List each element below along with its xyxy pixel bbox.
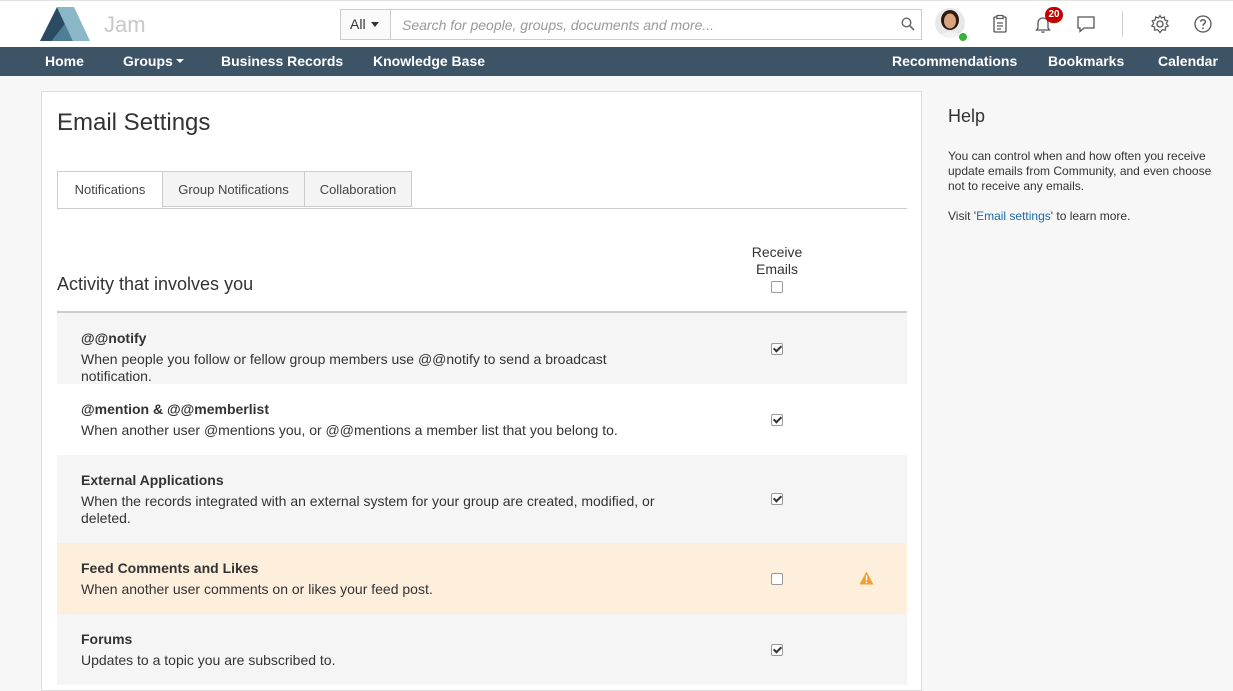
select-all-checkbox[interactable]	[771, 281, 783, 293]
search-icon[interactable]	[901, 17, 915, 31]
header-divider	[1122, 11, 1123, 37]
nav-home[interactable]: Home	[45, 47, 84, 76]
row-description: When the records integrated with an exte…	[81, 493, 655, 526]
receive-email-checkbox[interactable]	[771, 493, 783, 505]
help-visit-suffix: ' to learn more.	[1050, 209, 1131, 223]
gear-icon[interactable]	[1150, 14, 1170, 34]
help-visit-line: Visit 'Email settings' to learn more.	[948, 209, 1218, 224]
receive-email-checkbox[interactable]	[771, 414, 783, 426]
receive-emails-label: Receive Emails	[751, 244, 803, 277]
nav-bookmarks[interactable]: Bookmarks	[1048, 47, 1124, 76]
row-description: When another user @mentions you, or @@me…	[81, 422, 618, 438]
row-description: When another user comments on or likes y…	[81, 581, 433, 597]
email-settings-link[interactable]: Email settings	[976, 209, 1051, 223]
nav-business-records[interactable]: Business Records	[221, 47, 343, 76]
notification-row: Feed Comments and Likes When another use…	[57, 543, 907, 614]
notification-row: @@notify When people you follow or fello…	[57, 313, 907, 384]
section-title: Activity that involves you	[57, 274, 254, 294]
receive-email-checkbox[interactable]	[771, 343, 783, 355]
notification-row: Forums Updates to a topic you are subscr…	[57, 614, 907, 685]
nav-calendar[interactable]: Calendar	[1158, 47, 1218, 76]
row-title: Forums	[81, 631, 133, 647]
nav-knowledge-base[interactable]: Knowledge Base	[373, 47, 485, 76]
online-status-dot	[958, 32, 968, 42]
tab-collaboration[interactable]: Collaboration	[304, 171, 412, 207]
nav-groups[interactable]: Groups	[123, 47, 184, 76]
tab-group-notifications[interactable]: Group Notifications	[162, 171, 305, 207]
row-title: @@notify	[81, 330, 147, 346]
chevron-down-icon	[370, 22, 379, 27]
warning-icon	[859, 571, 874, 585]
search-box: All	[340, 9, 922, 40]
notification-row: @mention & @@memberlist When another use…	[57, 384, 907, 455]
row-title: External Applications	[81, 472, 224, 488]
settings-tabs: Notifications Group Notifications Collab…	[57, 171, 907, 209]
tasks-icon[interactable]	[990, 14, 1010, 34]
notification-row: External Applications When the records i…	[57, 455, 907, 543]
row-description: When people you follow or fellow group m…	[81, 351, 607, 384]
jam-logo[interactable]	[40, 7, 90, 41]
search-scope-dropdown[interactable]: All	[341, 10, 391, 39]
receive-email-checkbox[interactable]	[771, 573, 783, 585]
chevron-down-icon	[175, 59, 184, 63]
chat-icon[interactable]	[1076, 14, 1096, 34]
row-description: Updates to a topic you are subscribed to…	[81, 652, 336, 668]
nav-groups-label: Groups	[123, 53, 173, 69]
search-input[interactable]	[392, 10, 892, 39]
brand-name: Jam	[104, 12, 146, 37]
help-title: Help	[948, 106, 986, 126]
receive-emails-header: Receive Emails	[737, 244, 817, 294]
nav-recommendations[interactable]: Recommendations	[892, 47, 1017, 76]
help-text: You can control when and how often you r…	[948, 149, 1212, 193]
help-icon[interactable]	[1193, 14, 1213, 34]
receive-email-checkbox[interactable]	[771, 644, 783, 656]
row-title: Feed Comments and Likes	[81, 560, 259, 576]
tab-notifications[interactable]: Notifications	[57, 171, 163, 208]
top-header: Jam All 20	[0, 0, 1233, 47]
page-title: Email Settings	[57, 109, 211, 136]
search-scope-label: All	[350, 16, 366, 32]
main-nav: Home Groups Business Records Knowledge B…	[0, 47, 1233, 76]
notification-count-badge: 20	[1045, 7, 1063, 23]
row-title: @mention & @@memberlist	[81, 401, 269, 417]
help-visit-prefix: Visit '	[948, 209, 977, 223]
